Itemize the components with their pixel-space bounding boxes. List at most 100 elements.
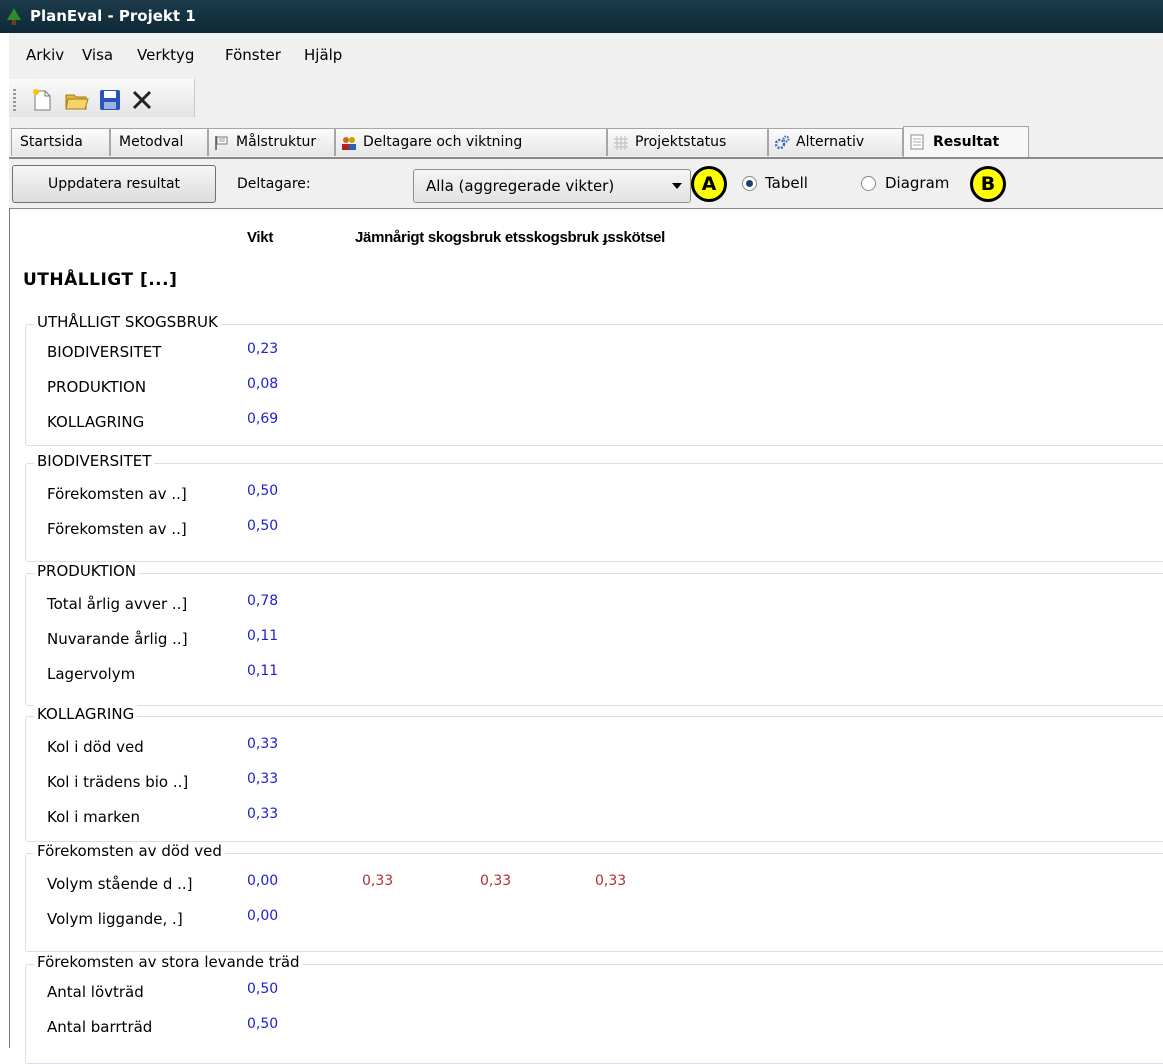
menu-bar: Arkiv Visa Verktyg Fönster Hjälp — [9, 33, 1163, 75]
menu-visa[interactable]: Visa — [82, 46, 113, 64]
weight-value: 0,00 — [247, 873, 279, 889]
table-row: Volym stående d ..] 0,00 0,33 0,33 0,33 — [26, 868, 1163, 902]
tab-label: Startsida — [20, 134, 83, 150]
radio-chart[interactable] — [861, 176, 876, 191]
tab-label: Resultat — [933, 134, 1000, 150]
weight-column-header: Vikt — [247, 229, 274, 246]
alternative-value: 0,33 — [362, 873, 394, 889]
menu-arkiv[interactable]: Arkiv — [26, 46, 64, 64]
tab-startsida[interactable]: Startsida — [11, 128, 110, 156]
options-bar: Uppdatera resultat Deltagare: Alla (aggr… — [9, 157, 1163, 209]
weight-value: 0,33 — [247, 806, 279, 822]
weight-value: 0,23 — [247, 341, 279, 357]
callout-b: B — [970, 166, 1006, 202]
weight-value: 0,50 — [247, 981, 279, 997]
participants-dropdown[interactable]: Alla (aggregerade vikter) — [413, 169, 691, 203]
tab-resultat[interactable]: Resultat — [903, 126, 1029, 157]
tab-strip: Startsida Metodval Målstruktur Deltagare… — [9, 123, 1163, 157]
title-bar: PlanEval - Projekt 1 — [0, 0, 1163, 33]
tab-label: Metodval — [119, 134, 184, 150]
table-row: PRODUKTION 0,08 — [26, 371, 1163, 405]
tab-label: Målstruktur — [236, 134, 317, 150]
tab-alternativ[interactable]: Alternativ — [768, 128, 903, 156]
table-row: Lagervolym 0,11 — [26, 658, 1163, 692]
group-produktion: PRODUKTION Total årlig avver ..] 0,78 Nu… — [25, 562, 1163, 706]
group-forekomsten-dod-ved: Förekomsten av död ved Volym stående d .… — [25, 842, 1163, 952]
menu-fonster[interactable]: Fönster — [225, 46, 281, 64]
menu-hjalp[interactable]: Hjälp — [304, 46, 342, 64]
tab-metodval[interactable]: Metodval — [110, 128, 208, 156]
criterion-name: Antal barrträd — [47, 1018, 153, 1036]
criterion-name: Volym liggande, .] — [47, 910, 183, 928]
weight-value: 0,69 — [247, 411, 279, 427]
open-folder-icon[interactable] — [64, 87, 90, 113]
criterion-name: PRODUKTION — [47, 378, 147, 396]
criterion-name: BIODIVERSITET — [47, 343, 162, 361]
weight-value: 0,33 — [247, 736, 279, 752]
window-title: PlanEval - Projekt 1 — [30, 7, 196, 25]
table-row: Kol i marken 0,33 — [26, 801, 1163, 835]
save-icon[interactable] — [97, 87, 123, 113]
close-icon[interactable] — [129, 87, 155, 113]
criterion-name: Förekomsten av ..] — [47, 520, 187, 538]
new-file-icon[interactable] — [29, 87, 55, 113]
table-row: Volym liggande, .] 0,00 — [26, 903, 1163, 937]
tab-malstruktur[interactable]: Målstruktur — [208, 128, 335, 156]
group-forekomsten-stora-trad: Förekomsten av stora levande träd Antal … — [25, 953, 1163, 1064]
table-row: Antal barrträd 0,50 — [26, 1011, 1163, 1045]
criterion-name: Kol i marken — [47, 808, 140, 826]
table-row: Förekomsten av ..] 0,50 — [26, 513, 1163, 547]
criterion-name: Total årlig avver ..] — [47, 595, 188, 613]
alternative-value: 0,33 — [480, 873, 512, 889]
table-row: Total årlig avver ..] 0,78 — [26, 588, 1163, 622]
criterion-name: Nuvarande årlig ..] — [47, 630, 188, 648]
tree-app-icon — [7, 8, 21, 25]
weight-value: 0,11 — [247, 628, 279, 644]
toolbar — [9, 75, 1163, 123]
grid-icon — [614, 136, 628, 150]
table-row: Kol i trädens bio ..] 0,33 — [26, 766, 1163, 800]
weight-value: 0,50 — [247, 483, 279, 499]
content-border — [9, 209, 10, 1048]
criterion-name: Volym stående d ..] — [47, 875, 193, 893]
criterion-name: Kol i död ved — [47, 738, 144, 756]
menu-verktyg[interactable]: Verktyg — [137, 46, 194, 64]
tab-deltagare[interactable]: Deltagare och viktning — [335, 128, 607, 156]
alternative-value: 0,33 — [595, 873, 627, 889]
criterion-name: KOLLAGRING — [47, 413, 145, 431]
document-icon — [910, 134, 924, 150]
radio-chart-label[interactable]: Diagram — [885, 174, 949, 192]
chevron-down-icon — [672, 183, 682, 189]
group-title: PRODUKTION — [34, 562, 140, 580]
callout-a: A — [691, 166, 727, 202]
tab-label: Projektstatus — [635, 134, 727, 150]
table-row: KOLLAGRING 0,69 — [26, 406, 1163, 440]
tab-label: Alternativ — [796, 134, 865, 150]
tab-projektstatus[interactable]: Projektstatus — [607, 128, 768, 156]
gears-icon — [774, 135, 790, 150]
toolbar-grip[interactable] — [13, 89, 16, 113]
table-row: Antal lövträd 0,50 — [26, 976, 1163, 1010]
participants-value: Alla (aggregerade vikter) — [426, 177, 615, 195]
alternatives-column-header: Jämnårigt skogsbruk etsskogsbruk ɟssköts… — [355, 229, 666, 246]
table-row: Nuvarande årlig ..] 0,11 — [26, 623, 1163, 657]
group-uthalligt-skogsbruk: UTHÅLLIGT SKOGSBRUK BIODIVERSITET 0,23 P… — [25, 313, 1163, 446]
group-title: BIODIVERSITET — [34, 452, 155, 470]
radio-table[interactable] — [742, 176, 757, 191]
group-title: Förekomsten av stora levande träd — [34, 953, 303, 971]
participants-label: Deltagare: — [237, 176, 311, 192]
results-table: Vikt Jämnårigt skogsbruk etsskogsbruk ɟs… — [9, 209, 1163, 1064]
top-goal-title: UTHÅLLIGT [...] — [23, 270, 178, 290]
criterion-name: Kol i trädens bio ..] — [47, 773, 189, 791]
tab-label: Deltagare och viktning — [363, 134, 523, 150]
table-row: Kol i död ved 0,33 — [26, 731, 1163, 765]
table-row: Förekomsten av ..] 0,50 — [26, 478, 1163, 512]
criterion-name: Lagervolym — [47, 665, 136, 683]
weight-value: 0,33 — [247, 771, 279, 787]
weight-value: 0,00 — [247, 908, 279, 924]
flag-icon — [215, 136, 228, 150]
radio-table-label[interactable]: Tabell — [765, 174, 808, 192]
update-results-button[interactable]: Uppdatera resultat — [12, 165, 216, 203]
weight-value: 0,50 — [247, 1016, 279, 1032]
criterion-name: Förekomsten av ..] — [47, 485, 187, 503]
